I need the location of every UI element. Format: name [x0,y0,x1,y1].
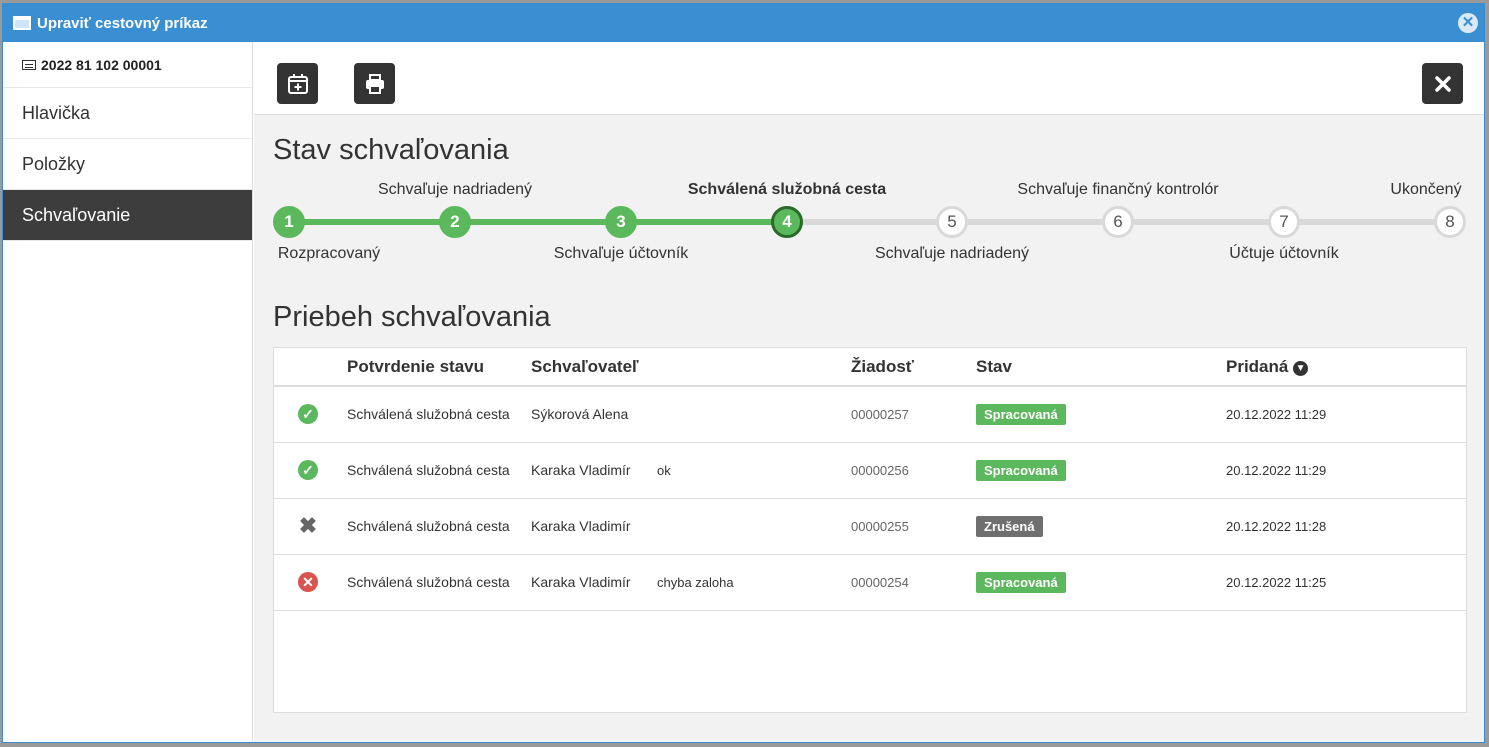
step-3: 3 [605,206,637,238]
row-added: 20.12.2022 11:29 [1226,386,1466,443]
sidebar-item-polozky[interactable]: Položky [3,139,252,190]
stepper-track-done [289,219,787,225]
sidebar-item-label: Schvaľovanie [22,204,131,225]
row-note: ok [657,442,851,499]
row-request: 00000256 [851,442,976,499]
error-circle-icon: ✕ [298,572,318,592]
toolbar [254,42,1484,115]
step-2-label: Schvaľuje nadriadený [377,181,533,198]
sidebar: 2022 81 102 00001 Hlavička Položky Schva… [3,42,253,742]
row-request: 00000255 [851,498,976,555]
approval-status-title: Stav schvaľovania [273,134,509,166]
row-approver: Sýkorová Alena [531,386,657,443]
row-request: 00000257 [851,386,976,443]
window-icon [13,16,31,30]
column-header-status-confirm[interactable]: Potvrdenie stavu [347,348,531,387]
table-row: ✓ Schválená služobná cesta Sýkorová Alen… [274,386,1466,443]
row-added: 20.12.2022 11:25 [1226,554,1466,611]
step-8: 8 [1434,206,1466,238]
step-6: 6 [1102,206,1134,238]
dialog-window: Upraviť cestovný príkaz ✕ 2022 81 102 00… [2,3,1485,743]
print-icon [365,73,384,94]
column-header-approver[interactable]: Schvaľovateľ [531,348,657,387]
sidebar-item-hlavicka[interactable]: Hlavička [3,88,252,139]
sidebar-item-schvalovanie[interactable]: Schvaľovanie [3,190,252,241]
step-2: 2 [439,206,471,238]
step-1: 1 [273,206,305,238]
step-4: 4 [771,206,803,238]
row-note [657,498,851,555]
close-button[interactable] [1422,63,1463,104]
status-badge: Spracovaná [976,403,1066,425]
table-row: ✓ Schválená služobná cesta Karaka Vladim… [274,442,1466,499]
status-badge: Spracovaná [976,571,1066,593]
step-4-label: Schválená služobná cesta [687,181,887,198]
document-id: 2022 81 102 00001 [3,42,252,88]
window-close-icon[interactable]: ✕ [1458,13,1478,33]
sort-desc-icon[interactable]: ▼ [1293,360,1309,376]
row-note [657,386,851,443]
sidebar-item-label: Hlavička [22,102,91,123]
approval-history-title: Priebeh schvaľovania [273,301,551,333]
row-note: chyba zaloha [657,554,851,611]
row-status-confirm: Schválená služobná cesta [347,442,531,499]
titlebar: Upraviť cestovný príkaz ✕ [3,4,1484,42]
row-approver: Karaka Vladimír [531,442,657,499]
row-request: 00000254 [851,554,976,611]
table-row: ✖ Schválená služobná cesta Karaka Vladim… [274,498,1466,555]
sidebar-item-label: Položky [22,153,86,174]
cross-icon: ✖ [298,513,318,538]
approval-history-table: Potvrdenie stavu Schvaľovateľ Žiadosť St… [273,347,1467,713]
column-header-icon [274,348,347,387]
column-header-added-label: Pridaná [1226,356,1289,376]
table-row: ✕ Schválená služobná cesta Karaka Vladim… [274,554,1466,611]
step-6-label: Schvaľuje finančný kontrolór [1017,181,1219,198]
step-5: 5 [936,206,968,238]
row-added: 20.12.2022 11:29 [1226,442,1466,499]
column-header-note [657,348,851,387]
document-id-text: 2022 81 102 00001 [41,56,162,73]
check-circle-icon: ✓ [298,404,318,425]
column-header-state[interactable]: Stav [976,348,1226,387]
calendar-plus-icon [287,73,308,94]
step-1-label: Rozpracovaný [277,245,381,262]
step-5-label: Schvaľuje nadriadený [874,245,1030,262]
step-7-label: Účtuje účtovník [1229,245,1339,262]
step-8-label: Ukončený [1390,181,1462,198]
table-header-row: Potvrdenie stavu Schvaľovateľ Žiadosť St… [274,348,1466,387]
row-approver: Karaka Vladimír [531,554,657,611]
main-panel: Stav schvaľovania 1 2 3 4 5 6 7 8 Rozpra… [254,42,1484,742]
row-approver: Karaka Vladimír [531,498,657,555]
row-added: 20.12.2022 11:28 [1226,498,1466,555]
column-header-added[interactable]: Pridaná ▼ [1226,348,1466,387]
approval-stepper: 1 2 3 4 5 6 7 8 Rozpracovaný Schvaľuje n… [273,178,1468,298]
print-button[interactable] [354,63,395,104]
row-status-confirm: Schválená služobná cesta [347,554,531,611]
close-icon [1434,75,1451,92]
id-card-icon [22,59,36,70]
row-status-confirm: Schválená služobná cesta [347,386,531,443]
row-status-confirm: Schválená služobná cesta [347,498,531,555]
step-7: 7 [1268,206,1300,238]
window-title: Upraviť cestovný príkaz [37,14,208,32]
status-badge: Zrušená [976,515,1043,537]
column-header-request[interactable]: Žiadosť [851,348,976,387]
status-badge: Spracovaná [976,459,1066,481]
check-circle-icon: ✓ [298,460,318,480]
step-3-label: Schvaľuje účtovník [553,245,689,262]
add-date-button[interactable] [277,63,318,104]
